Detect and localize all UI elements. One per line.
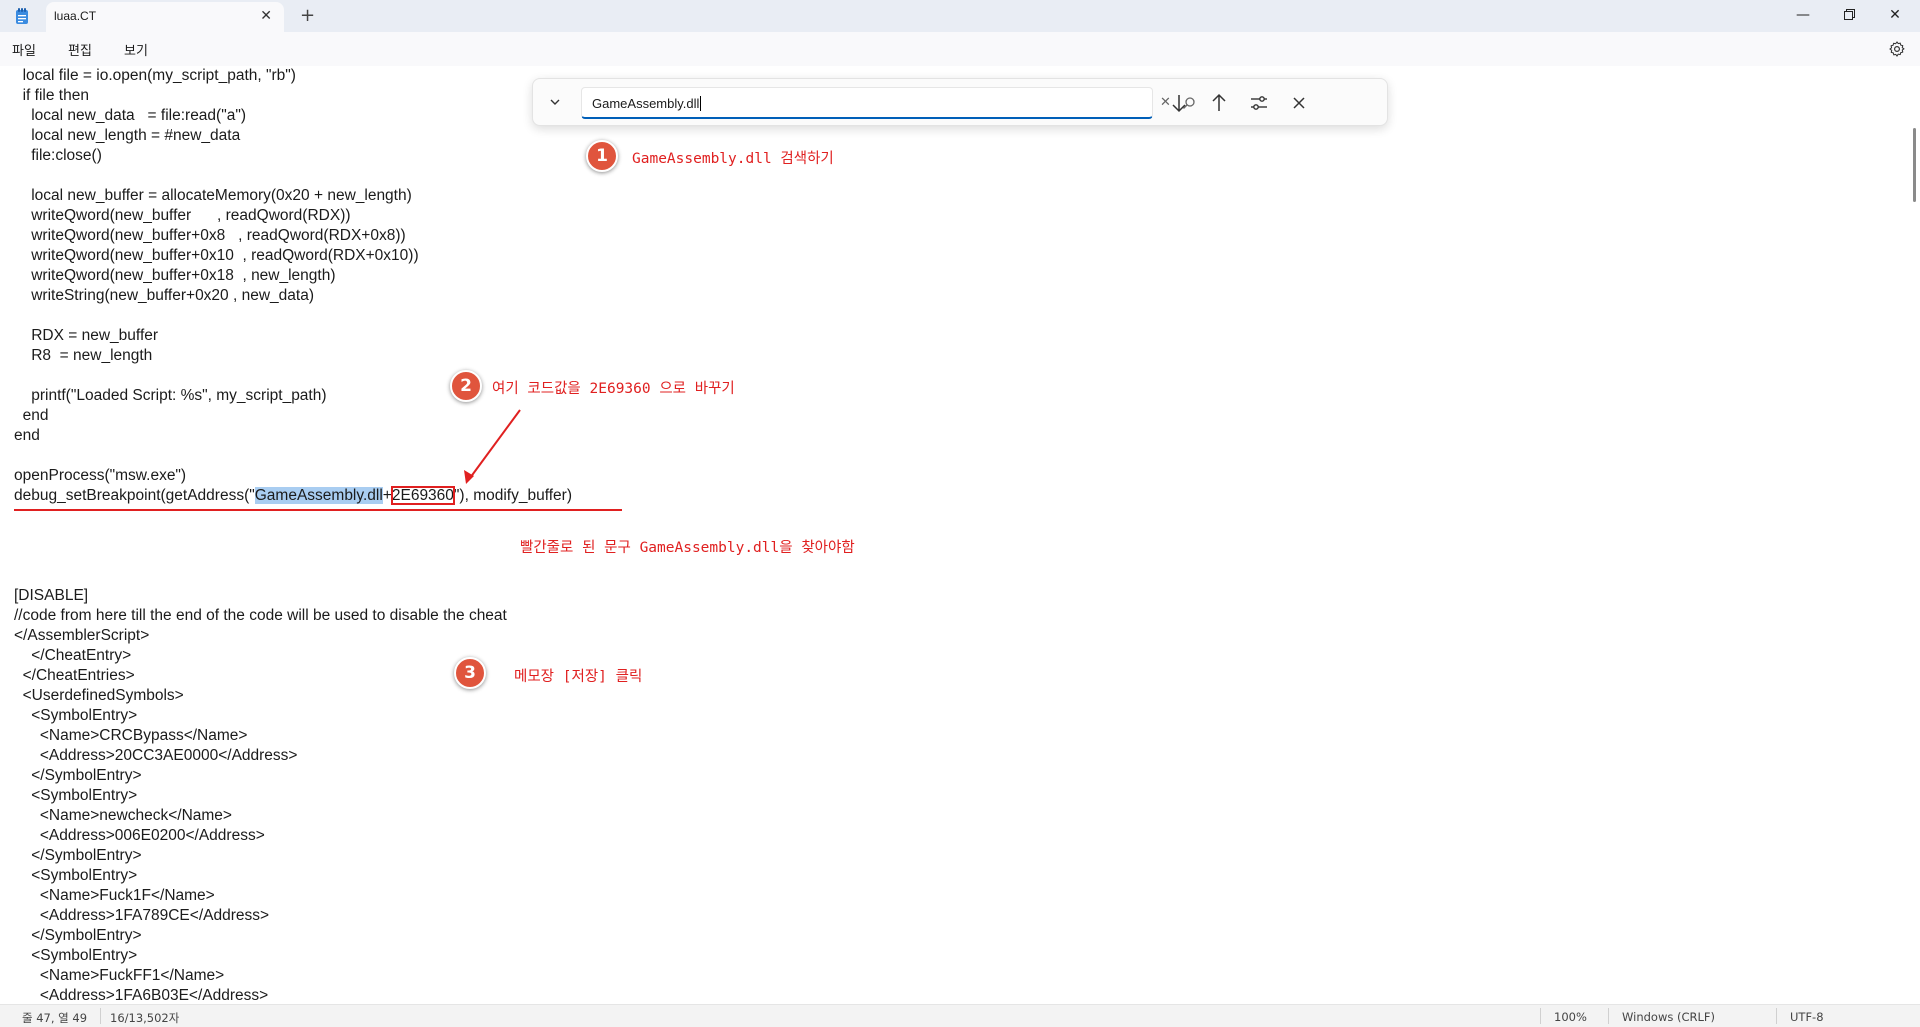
menu-edit[interactable]: 편집 [68,40,92,59]
scroll-thumb[interactable] [1913,128,1916,202]
code-line: local file = io.open(my_script_path, "rb… [14,67,296,84]
code-line: file:close() [14,147,102,164]
step-note-2: 여기 코드값을 2E69360 으로 바꾸기 [492,381,735,397]
code-line: <SymbolEntry> [14,867,138,884]
code-line: <Address>006E0200</Address> [14,827,265,844]
encoding[interactable]: UTF-8 [1790,1010,1824,1024]
step-badge-3: 3 [454,657,486,689]
menu-view[interactable]: 보기 [124,40,148,59]
new-tab-icon[interactable]: + [300,5,315,26]
close-find-icon[interactable] [1285,89,1313,117]
code-line: <Address>1FA789CE</Address> [14,907,270,924]
code-line: </SymbolEntry> [14,767,142,784]
code-line: //code from here till the end of the cod… [14,607,507,624]
bp-plus: + [382,487,392,504]
code-line: if file then [14,87,89,104]
code-line: openProcess("msw.exe") [14,467,187,484]
code-line: local new_buffer = allocateMemory(0x20 +… [14,187,412,204]
find-panel: GameAssembly.dll ✕ [532,78,1388,126]
editor-area[interactable]: local file = io.open(my_script_path, "rb… [0,66,1920,1004]
code-line: R8 = new_length [14,347,153,364]
red-line-note: 빨간줄로 된 문구 GameAssembly.dll을 찾아야함 [520,540,855,556]
restore-icon[interactable] [1826,3,1872,27]
code-line: writeQword(new_buffer+0x8 , readQword(RD… [14,227,406,244]
cursor-position: 줄 47, 열 49 [22,1011,88,1025]
code-line: </CheatEntry> [14,647,132,664]
code-line: local new_data = file:read("a") [14,107,247,124]
code-line: </SymbolEntry> [14,927,142,944]
tab-close-icon[interactable]: ✕ [260,8,272,24]
search-match-highlight: GameAssembly.dll [254,487,383,504]
code-line: </AssemblerScript> [14,627,150,644]
find-options-icon[interactable] [1245,89,1273,117]
character-count: 16/13,502자 [110,1011,180,1025]
find-input-value: GameAssembly.dll [592,96,702,111]
zoom-level[interactable]: 100% [1554,1010,1587,1024]
code-line: <Name>Fuck1F</Name> [14,887,215,904]
code-line: <SymbolEntry> [14,707,138,724]
menu-bar: 파일 편집 보기 [0,32,1920,66]
expand-replace-icon[interactable] [543,91,567,115]
code-line: writeQword(new_buffer+0x10 , readQword(R… [14,247,419,264]
find-input[interactable]: GameAssembly.dll ✕ [581,87,1195,119]
step-note-3: 메모장 [저장] 클릭 [514,669,643,685]
code-line: end [14,427,40,444]
gear-icon[interactable] [1888,40,1906,58]
code-line: <SymbolEntry> [14,947,138,964]
code-line: writeString(new_buffer+0x20 , new_data) [14,287,314,304]
code-line: <SymbolEntry> [14,787,138,804]
title-bar: luaa.CT ✕ + — ✕ [0,0,1920,32]
line-ending[interactable]: Windows (CRLF) [1622,1010,1715,1024]
bp-prefix: debug_setBreakpoint(getAddress(" [14,487,255,504]
code-line: <Name>CRCBypass</Name> [14,727,248,744]
bp-suffix: "), modify_buffer) [453,487,572,504]
close-window-icon[interactable]: ✕ [1872,3,1918,27]
step-note-1: GameAssembly.dll 검색하기 [632,151,834,167]
code-line: <UserdefinedSymbols> [14,687,184,704]
code-line: printf("Loaded Script: %s", my_script_pa… [14,387,327,404]
find-previous-icon[interactable] [1205,89,1233,117]
code-line: <Address>20CC3AE0000</Address> [14,747,298,764]
tab-file[interactable]: luaa.CT ✕ [46,2,284,32]
code-text[interactable]: local file = io.open(my_script_path, "rb… [14,66,572,1004]
code-line: </CheatEntries> [14,667,135,684]
offset-value-box: 2E69360 [390,486,455,505]
code-line: end [14,407,49,424]
breakpoint-line: debug_setBreakpoint(getAddress("GameAsse… [14,486,572,506]
status-bar: 줄 47, 열 49 16/13,502자 100% Windows (CRLF… [0,1004,1920,1027]
code-line: <Name>FuckFF1</Name> [14,967,225,984]
find-next-icon[interactable] [1165,89,1193,117]
code-line: <Address>1FA6B03E</Address> [14,987,269,1004]
code-line: </SymbolEntry> [14,847,142,864]
menu-file[interactable]: 파일 [12,40,36,59]
code-line: RDX = new_buffer [14,327,159,344]
step-badge-2: 2 [450,370,482,402]
code-line: local new_length = #new_data [14,127,241,144]
minimize-icon[interactable]: — [1780,3,1826,27]
notepad-app-icon [16,8,28,24]
code-line: [DISABLE] [14,587,89,604]
code-line: writeQword(new_buffer+0x18 , new_length) [14,267,336,284]
tab-title: luaa.CT [54,9,97,23]
code-line: writeQword(new_buffer , readQword(RDX)) [14,207,351,224]
step-badge-1: 1 [586,140,618,172]
vertical-scrollbar[interactable] [1908,66,1920,1004]
code-line: <Name>newcheck</Name> [14,807,232,824]
